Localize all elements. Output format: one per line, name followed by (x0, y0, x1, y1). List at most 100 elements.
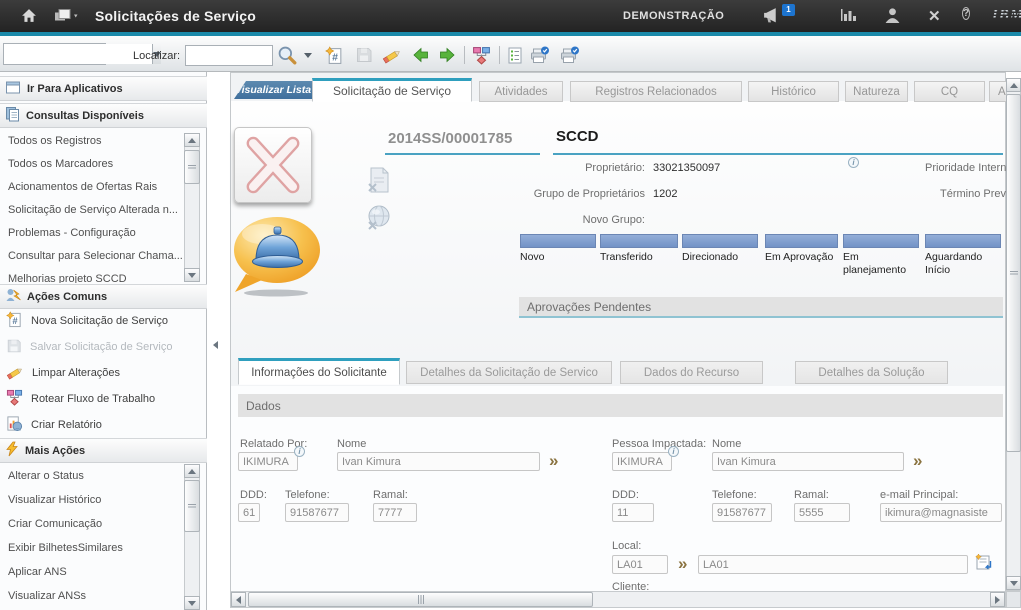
more-actions-scroll-down-icon[interactable] (184, 596, 200, 610)
print-icon[interactable] (528, 44, 550, 66)
vscroll-thumb[interactable] (1006, 94, 1021, 452)
query-item[interactable]: Solicitação de Serviço Alterada n... (0, 199, 184, 222)
detail-menu-icon[interactable]: » (678, 556, 687, 572)
reported-phone-field[interactable] (285, 503, 349, 522)
find-label: Localizar: (133, 50, 180, 62)
subtab-service-request-details[interactable]: Detalhes da Solicitação de Servico (406, 361, 612, 384)
search-icon[interactable] (276, 44, 298, 66)
find-input[interactable] (185, 45, 273, 66)
query-item[interactable]: Todos os Registros (0, 130, 184, 153)
hscroll-thumb[interactable] (248, 592, 593, 607)
queries-scroll-down-icon[interactable] (184, 268, 200, 282)
query-select[interactable] (3, 43, 106, 65)
subtab-resource-data[interactable]: Dados do Recurso (620, 361, 763, 384)
save-icon (6, 338, 22, 357)
affected-name-label: Nome (712, 438, 741, 450)
more-action-item[interactable]: Criar Comunicação (0, 512, 184, 536)
query-item[interactable]: Consultar para Selecionar Chama... (0, 245, 184, 268)
previous-record-icon[interactable] (409, 44, 431, 66)
more-action-item[interactable]: Visualizar Histórico (0, 488, 184, 512)
query-item[interactable]: Todos os Marcadores (0, 153, 184, 176)
tab-service-request[interactable]: Solicitação de Serviço (312, 78, 472, 102)
action-route-workflow[interactable]: Rotear Fluxo de Trabalho (0, 386, 184, 412)
more-actions-scroll-up-icon[interactable] (184, 464, 200, 478)
clear-changes-icon[interactable] (381, 44, 403, 66)
tab-nature[interactable]: Natureza (845, 81, 908, 102)
view-list-tab[interactable]: Visualizar Lista (234, 81, 312, 99)
sidebar-header-more-actions[interactable]: Mais Ações (0, 438, 207, 463)
sidebar-item-go-to-applications[interactable]: Ir Para Aplicativos (0, 76, 207, 101)
query-item[interactable]: Melhorias projeto SCCD (0, 268, 184, 283)
tab-related-records[interactable]: Registros Relacionados (570, 81, 742, 102)
reported-by-name-field[interactable] (337, 452, 540, 471)
hscroll-left-icon[interactable] (231, 592, 246, 607)
affected-ext-field[interactable] (794, 503, 850, 522)
data-section: Dados (238, 394, 1003, 417)
local-field[interactable] (612, 555, 668, 574)
tab-cq[interactable]: CQ (914, 81, 985, 102)
reported-ddd-field[interactable] (238, 503, 260, 522)
more-action-item[interactable]: Visualizar ANSs (0, 584, 184, 608)
queries-scrollbar-thumb[interactable] (184, 150, 200, 184)
select-value-icon[interactable] (975, 553, 993, 574)
affected-person-field[interactable] (612, 452, 672, 471)
info-icon[interactable]: i (294, 446, 305, 457)
more-actions-list: Alterar o Status Visualizar Histórico Cr… (0, 464, 184, 610)
affected-phone-field[interactable] (712, 503, 772, 522)
query-item[interactable]: Acionamentos de Ofertas Rais (0, 176, 184, 199)
tab-activities[interactable]: Atividades (479, 81, 563, 102)
action-create-report[interactable]: Criar Relatório (0, 412, 184, 438)
info-icon[interactable]: i (848, 157, 859, 168)
vscroll-up-icon[interactable] (1006, 78, 1021, 92)
action-new-service-request[interactable]: # Nova Solicitação de Serviço (0, 308, 184, 334)
reported-by-field[interactable] (238, 452, 298, 471)
reported-ext-field[interactable] (373, 503, 417, 522)
tab-history[interactable]: Histórico (748, 81, 839, 102)
print-with-attachments-icon[interactable] (558, 44, 580, 66)
reports-chart-icon[interactable] (840, 7, 860, 25)
detail-menu-icon[interactable]: » (549, 453, 558, 469)
sidebar-header-common-actions[interactable]: Ações Comuns (0, 284, 207, 309)
detail-menu-icon[interactable]: » (913, 453, 922, 469)
vscroll-down-icon[interactable] (1006, 576, 1021, 590)
home-icon[interactable] (20, 7, 40, 25)
profile-icon[interactable] (884, 7, 904, 25)
titlebar: Solicitações de Serviço DEMONSTRAÇÃO 1 ✕… (0, 0, 1021, 32)
new-record-icon[interactable]: # (323, 44, 345, 66)
next-record-icon[interactable] (436, 44, 458, 66)
more-action-item[interactable]: Alterar o Status (0, 464, 184, 488)
more-actions-header-label: Mais Ações (25, 445, 85, 457)
announcements-icon[interactable] (762, 7, 782, 25)
route-workflow-icon[interactable] (470, 44, 492, 66)
more-action-item[interactable]: Exibir BilhetesSimilares (0, 536, 184, 560)
email-field[interactable] (880, 503, 1002, 522)
save-icon[interactable] (353, 44, 375, 66)
queries-header-label: Consultas Disponíveis (26, 110, 144, 122)
internal-priority-label: Prioridade Interna (925, 162, 1012, 174)
search-options-dropdown-icon[interactable] (301, 44, 315, 66)
subtab-requester-information[interactable]: Informações do Solicitante (238, 358, 400, 385)
queries-scroll-up-icon[interactable] (184, 133, 200, 147)
action-clear-changes[interactable]: Limpar Alterações (0, 360, 184, 386)
more-actions-scrollbar-thumb[interactable] (184, 480, 200, 532)
subtab-solution-details[interactable]: Detalhes da Solução (795, 361, 948, 384)
affected-name-field[interactable] (712, 452, 904, 471)
sidebar-collapse-icon[interactable] (208, 338, 222, 352)
attached-documents-disabled-icon[interactable] (365, 166, 393, 199)
help-icon[interactable]: ? (962, 7, 982, 25)
more-action-item[interactable]: Aplicar ANS (0, 560, 184, 584)
info-icon[interactable]: i (668, 446, 679, 457)
local-description-field[interactable] (698, 555, 968, 574)
hscroll-right-icon[interactable] (990, 592, 1005, 607)
query-item[interactable]: Problemas - Configuração (0, 222, 184, 245)
sidebar-header-available-queries[interactable]: Consultas Disponíveis (0, 103, 207, 128)
report-list-icon[interactable] (504, 44, 526, 66)
query-select-input[interactable] (4, 44, 152, 64)
applications-menu-icon[interactable] (54, 7, 84, 25)
status-step-label: Aguardando Início (925, 251, 997, 277)
globe-disabled-icon[interactable] (365, 204, 393, 235)
sign-out-icon[interactable]: ✕ (928, 7, 948, 25)
affected-ddd-label: DDD: (612, 489, 639, 501)
action-save-service-request[interactable]: Salvar Solicitação de Serviço (0, 334, 184, 360)
affected-ddd-field[interactable] (612, 503, 654, 522)
